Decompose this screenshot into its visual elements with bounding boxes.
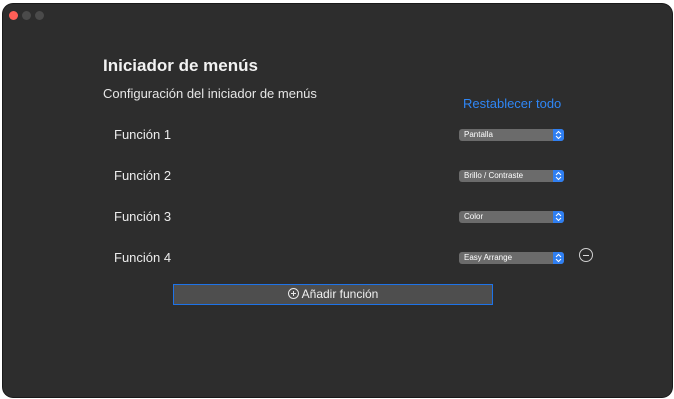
function-4-select[interactable]: Easy Arrange — [459, 252, 564, 264]
app-window: Iniciador de menús Configuración del ini… — [3, 4, 672, 397]
chevron-updown-icon — [553, 252, 564, 264]
page-title: Iniciador de menús — [103, 56, 258, 75]
close-window-button[interactable] — [9, 11, 18, 20]
minimize-window-button[interactable] — [22, 11, 31, 20]
section-subtitle: Configuración del iniciador de menús — [103, 86, 317, 101]
function-2-label: Función 2 — [114, 168, 172, 183]
function-2-value: Brillo / Contraste — [464, 171, 524, 180]
chevron-updown-icon — [553, 211, 564, 223]
function-3-select[interactable]: Color — [459, 211, 564, 223]
function-1-select[interactable]: Pantalla — [459, 129, 564, 141]
function-3-value: Color — [464, 212, 484, 221]
chevron-updown-icon — [553, 170, 564, 182]
add-function-label: Añadir función — [301, 287, 379, 301]
function-2-select[interactable]: Brillo / Contraste — [459, 170, 564, 182]
function-4-value: Easy Arrange — [464, 253, 513, 262]
function-4-label: Función 4 — [114, 250, 172, 265]
chevron-updown-icon — [553, 129, 564, 141]
plus-circle-icon — [287, 288, 299, 299]
add-function-button[interactable]: Añadir función — [173, 284, 493, 305]
function-1-label: Función 1 — [114, 127, 172, 142]
zoom-window-button[interactable] — [35, 11, 44, 20]
reset-all-link[interactable]: Restablecer todo — [463, 96, 561, 111]
function-1-value: Pantalla — [464, 130, 493, 139]
function-3-label: Función 3 — [114, 209, 172, 224]
remove-function-4-button[interactable] — [579, 248, 593, 262]
